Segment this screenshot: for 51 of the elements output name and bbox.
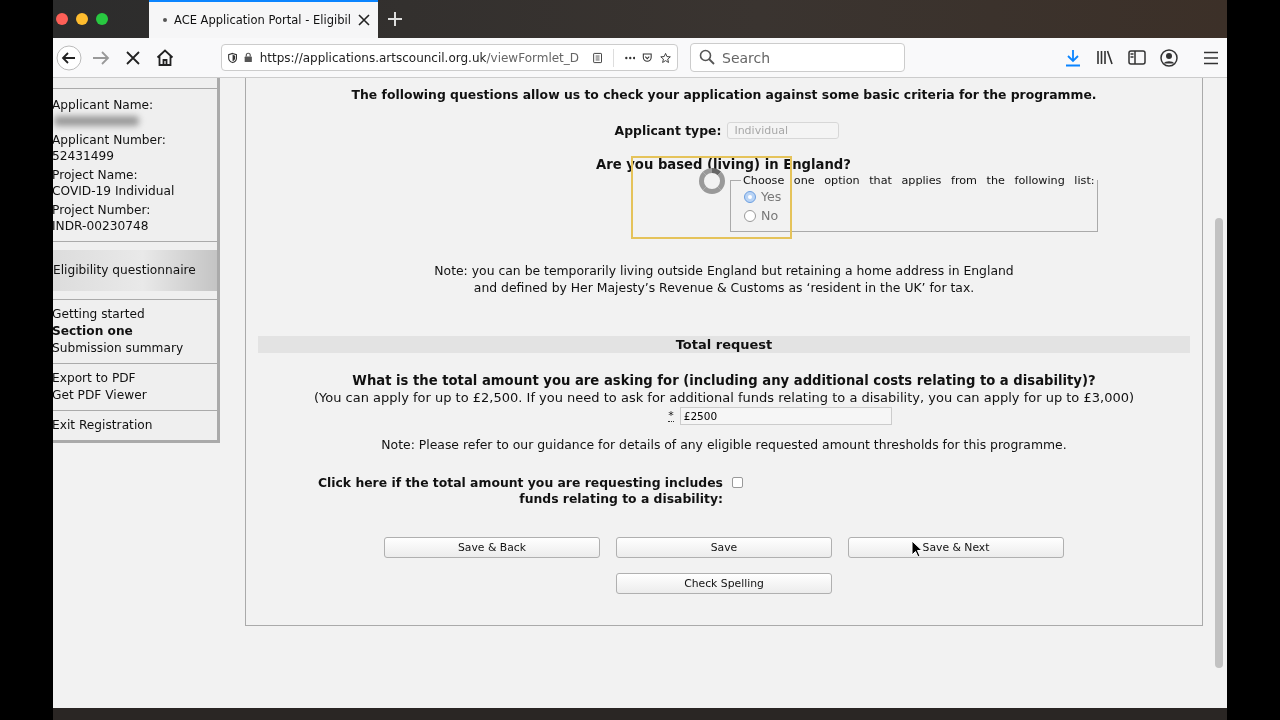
close-window-button[interactable] [56, 13, 68, 25]
detail-label: Project Name: [53, 167, 139, 183]
section-heading: Total request [258, 336, 1190, 353]
form-button[interactable]: Save [616, 537, 832, 558]
detail-label: Project Number: [53, 202, 152, 218]
url-text: https://applications.artscouncil.org.uk/viewFormlet_D [259, 50, 580, 65]
hint-text: (You can apply for up to £2,500. If you need to ask for additional funds relating to a disability, you can apply for up to £3,000) [313, 389, 1135, 406]
intro-text: The following questions allow us to check your application against some basic criteria for the programme. [350, 87, 1098, 102]
sidebar-icon[interactable] [1128, 50, 1146, 65]
detail-value: COVID-19 Individual [53, 183, 176, 200]
account-icon[interactable] [1160, 48, 1178, 67]
checkbox-label: Click here if the total amount you are requesting includes funds relating to a disability: [316, 475, 723, 507]
library-icon[interactable] [1096, 50, 1114, 65]
home-icon[interactable] [156, 49, 174, 66]
new-tab-icon[interactable] [387, 12, 402, 26]
amount-field[interactable]: £2500 [679, 407, 892, 425]
section-link[interactable]: Section one [53, 323, 217, 340]
form-button[interactable]: Save & Back [384, 537, 600, 558]
check-spelling-button[interactable]: Check Spelling [616, 573, 832, 594]
detail-value: INDR-00230748 [53, 218, 150, 235]
question-text: What is the total amount you are asking for (including any additional costs relating to a disability)? [351, 372, 1097, 389]
required-mark: * [668, 410, 674, 422]
section-link[interactable]: Submission summary [53, 340, 217, 357]
mouse-cursor-icon [911, 540, 923, 558]
note-text: Note: you can be temporarily living outside England but retaining a home address in England and defined by Her Majesty’s Revenue & Customs as ‘resident in the UK’ for tax. [433, 262, 1015, 296]
menu-icon[interactable] [1203, 50, 1219, 65]
more-icon[interactable] [624, 55, 636, 60]
download-icon[interactable] [1065, 48, 1081, 67]
stop-icon[interactable] [126, 50, 140, 65]
lock-icon [244, 50, 253, 65]
sidebar-link[interactable]: Export to PDF [53, 370, 217, 387]
detail-value: 52431499 [53, 148, 116, 165]
close-icon[interactable] [357, 14, 370, 26]
address-bar[interactable]: https://applications.artscouncil.org.uk/viewFormlet_D [221, 44, 678, 71]
scrollbar-thumb[interactable] [1215, 218, 1223, 668]
maximize-window-button[interactable] [96, 13, 108, 25]
current-page-item[interactable]: Eligibility questionnaire [53, 250, 217, 291]
tab-title: ACE Application Portal - Eligibil [174, 13, 351, 27]
form-button[interactable]: Save & Next [848, 537, 1064, 558]
search-field[interactable]: Search [690, 43, 905, 72]
legend-text: Choose one option that applies from the following list: [742, 174, 1096, 187]
minimize-window-button[interactable] [76, 13, 88, 25]
sidebar-link[interactable]: Get PDF Viewer [53, 387, 217, 404]
note-text: Note: Please refer to our guidance for details of any eligible requested amount thresholds for this programme. [380, 437, 1068, 452]
forward-icon[interactable] [92, 49, 110, 66]
section-link[interactable]: Getting started [53, 306, 217, 323]
exit-link[interactable]: Exit Registration [53, 417, 217, 434]
field-label: Applicant type: [614, 123, 722, 138]
browser-tab[interactable]: ACE Application Portal - Eligibil [149, 0, 378, 38]
checkbox[interactable] [732, 477, 743, 488]
back-icon[interactable] [56, 44, 82, 71]
